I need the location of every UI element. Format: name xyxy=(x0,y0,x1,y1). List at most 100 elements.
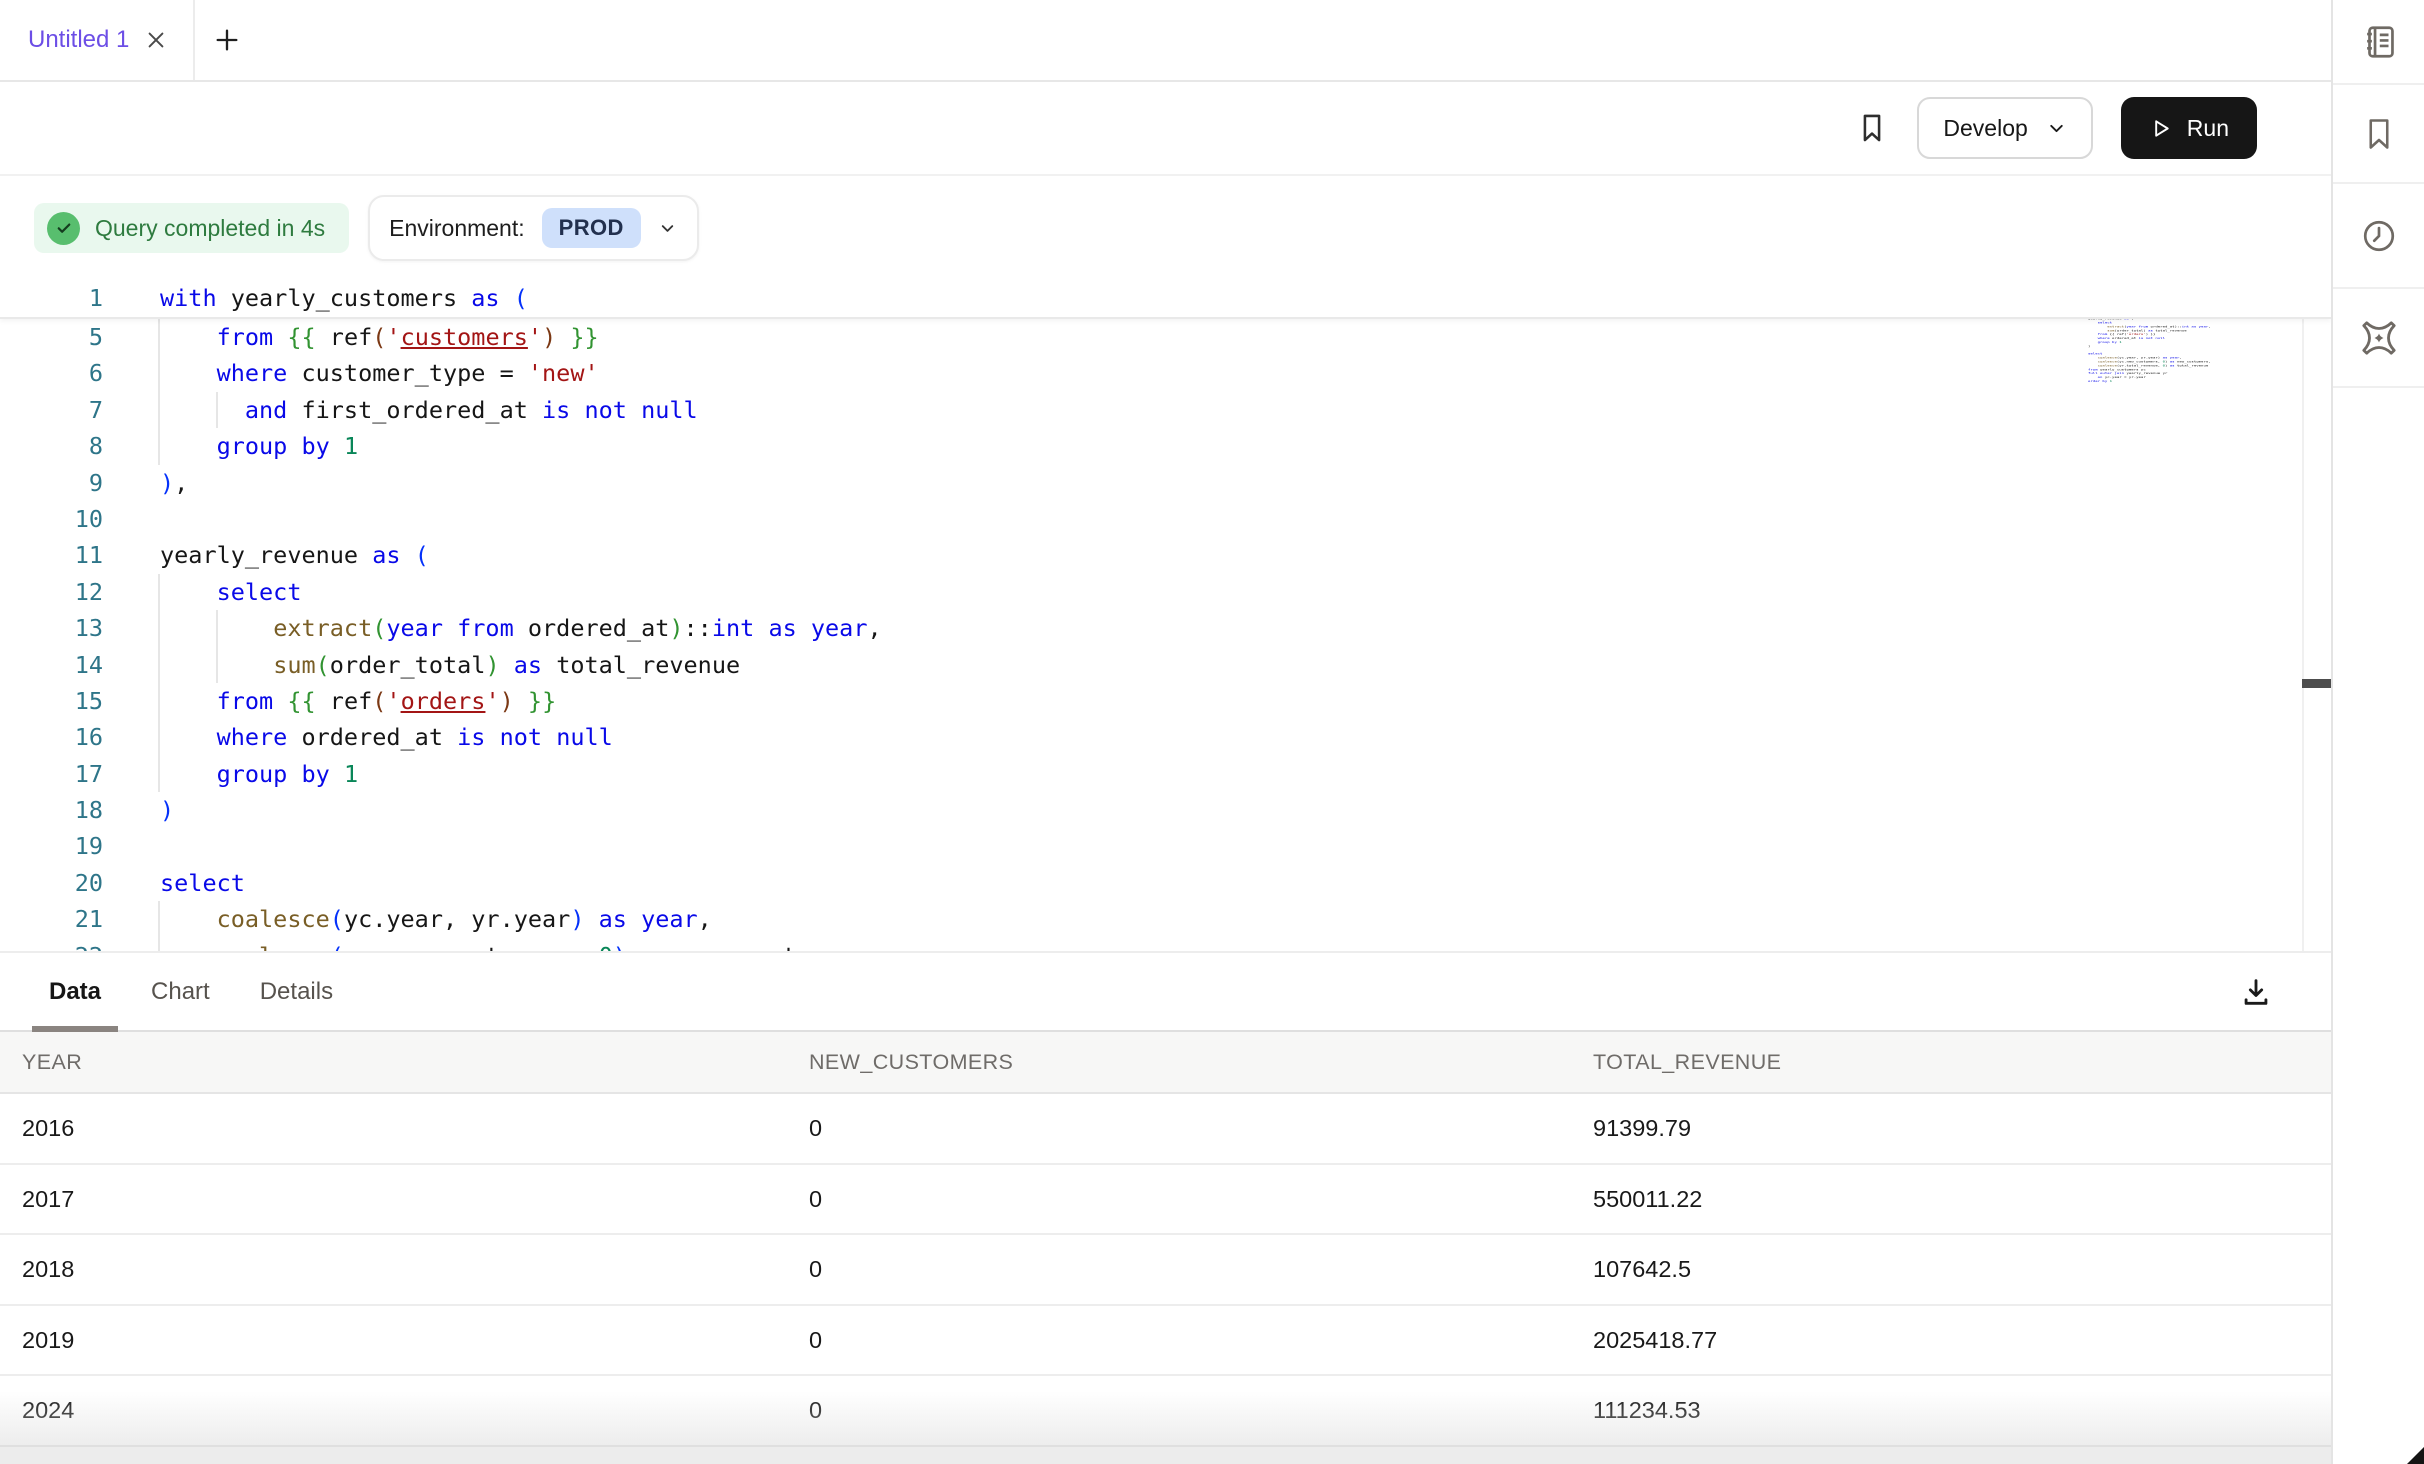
bookmark-icon xyxy=(2361,116,2397,152)
table-cell: 2024 xyxy=(22,1376,74,1444)
table-cell: 91399.79 xyxy=(1593,1094,1691,1162)
line-number: 15 xyxy=(0,683,103,719)
table-row[interactable]: 2024 0 111234.53 xyxy=(0,1376,2331,1447)
line-number: 8 xyxy=(0,428,103,464)
table-cell: 2017 xyxy=(22,1165,74,1233)
sidebar-item-bookmarks[interactable] xyxy=(2333,85,2424,184)
table-cell: 2016 xyxy=(22,1094,74,1162)
table-cell: 2018 xyxy=(22,1235,74,1303)
overview-ruler xyxy=(2302,280,2304,951)
code-line[interactable]: 9), xyxy=(0,465,2331,501)
table-cell: 107642.5 xyxy=(1593,1235,1691,1303)
run-button[interactable]: Run xyxy=(2121,97,2257,159)
code-lines[interactable]: 5 from {{ ref('customers') }}6 where cus… xyxy=(0,319,2331,951)
code-line[interactable]: 1with yearly_customers as ( xyxy=(0,280,2331,316)
chevron-down-icon xyxy=(2046,118,2067,139)
line-number: 14 xyxy=(0,647,103,683)
table-cell: 2019 xyxy=(22,1306,74,1374)
code-line[interactable]: 18) xyxy=(0,792,2331,828)
table-row[interactable]: 201902025418.77 xyxy=(0,1306,2331,1377)
table-cell: 0 xyxy=(809,1376,822,1444)
results-tab-details[interactable]: Details xyxy=(243,953,350,1030)
toolbar: Develop Run xyxy=(0,82,2331,176)
results-tab-bar: DataChartDetails xyxy=(0,953,2331,1032)
code-line[interactable]: 11yearly_revenue as ( xyxy=(0,537,2331,573)
table-cell: 0 xyxy=(809,1165,822,1233)
indent-guide xyxy=(216,610,218,683)
line-number: 13 xyxy=(0,610,103,646)
clock-history-icon xyxy=(2360,217,2398,255)
table-header-row: YEARNEW_CUSTOMERSTOTAL_REVENUE xyxy=(0,1032,2331,1094)
develop-button-label: Develop xyxy=(1943,115,2027,142)
indent-guide xyxy=(158,319,160,465)
environment-label: Environment: xyxy=(389,215,525,242)
column-header-new_customers: NEW_CUSTOMERS xyxy=(809,1032,1013,1092)
minimap[interactable]: with yearly_customers as ( select extrac… xyxy=(2088,280,2300,718)
line-number: 5 xyxy=(0,319,103,355)
right-sidebar xyxy=(2331,0,2424,1464)
horizontal-scrollbar-track[interactable] xyxy=(0,1445,2331,1464)
environment-selector[interactable]: Environment: PROD xyxy=(368,195,699,261)
tab-bar: Untitled 1 xyxy=(0,0,2331,82)
table-cell: 111234.53 xyxy=(1593,1376,1701,1444)
line-number: 22 xyxy=(0,938,103,951)
query-status-text: Query completed in 4s xyxy=(95,215,325,242)
code-editor[interactable]: 1with yearly_customers as ( 5 from {{ re… xyxy=(0,280,2331,951)
table-row[interactable]: 2017 0 550011.22 xyxy=(0,1165,2331,1236)
dbt-logo-icon xyxy=(2359,318,2399,358)
sql-ide-window: Untitled 1 Develop Run Query completed i… xyxy=(0,0,2424,1464)
code-line[interactable]: 21 coalesce(yc.year, yr.year) as year, xyxy=(0,901,2331,937)
indent-guide xyxy=(158,574,160,792)
success-check-icon xyxy=(47,212,80,245)
close-tab-icon[interactable] xyxy=(145,29,167,51)
new-tab-button[interactable] xyxy=(195,0,259,80)
code-line[interactable]: 10 xyxy=(0,501,2331,537)
code-line[interactable]: 13 extract(year from ordered_at)::int as… xyxy=(0,610,2331,646)
develop-button[interactable]: Develop xyxy=(1917,97,2092,159)
sidebar-item-history[interactable] xyxy=(2333,184,2424,289)
notebook-icon xyxy=(2360,23,2398,61)
sticky-code-line[interactable]: 1with yearly_customers as ( xyxy=(0,280,2331,319)
sidebar-item-notebook[interactable] xyxy=(2333,0,2424,85)
table-cell: 0 xyxy=(809,1094,822,1162)
table-row[interactable]: 2016 0 91399.79 xyxy=(0,1094,2331,1165)
editor-tab-untitled-1[interactable]: Untitled 1 xyxy=(0,0,193,80)
sidebar-item-dbt[interactable] xyxy=(2333,289,2424,388)
code-line[interactable]: 5 from {{ ref('customers') }} xyxy=(0,319,2331,355)
table-cell: 0 xyxy=(809,1306,822,1374)
line-number: 6 xyxy=(0,355,103,391)
plus-icon xyxy=(213,26,241,54)
table-cell: 550011.22 xyxy=(1593,1165,1702,1233)
line-number: 18 xyxy=(0,792,103,828)
code-line[interactable]: 19 xyxy=(0,828,2331,864)
query-status-badge: Query completed in 4s xyxy=(34,203,349,253)
results-panel: DataChartDetails YEARNEW_CUSTOMERSTOTAL_… xyxy=(0,951,2331,1464)
tab-label: Untitled 1 xyxy=(28,26,129,54)
column-header-year: YEAR xyxy=(22,1032,82,1092)
play-icon xyxy=(2149,117,2172,140)
code-line[interactable]: 12 select xyxy=(0,574,2331,610)
results-tab-data[interactable]: Data xyxy=(32,953,118,1030)
line-number: 21 xyxy=(0,901,103,937)
table-row[interactable]: 20180107642.5 xyxy=(0,1235,2331,1306)
results-tab-chart[interactable]: Chart xyxy=(134,953,227,1030)
code-line[interactable]: 20select xyxy=(0,865,2331,901)
download-results-button[interactable] xyxy=(2239,975,2273,1009)
indent-guide xyxy=(158,901,160,951)
status-row: Query completed in 4s Environment: PROD xyxy=(0,178,2331,278)
line-number: 10 xyxy=(0,501,103,537)
environment-value-badge: PROD xyxy=(542,208,641,248)
code-line[interactable]: 22 coalesce(yc.new_customers, 0) as new_… xyxy=(0,938,2331,951)
code-line[interactable]: 16 where ordered_at is not null xyxy=(0,719,2331,755)
code-line[interactable]: 6 where customer_type = 'new' xyxy=(0,355,2331,391)
code-line[interactable]: 17 group by 1 xyxy=(0,756,2331,792)
indent-guide xyxy=(216,392,218,428)
bookmark-query-icon[interactable] xyxy=(1855,111,1889,145)
download-icon xyxy=(2239,975,2273,1009)
code-line[interactable]: 14 sum(order_total) as total_revenue xyxy=(0,647,2331,683)
code-line[interactable]: 7 and first_ordered_at is not null xyxy=(0,392,2331,428)
code-line[interactable]: 8 group by 1 xyxy=(0,428,2331,464)
resize-grip[interactable] xyxy=(2407,1447,2424,1464)
line-number: 17 xyxy=(0,756,103,792)
code-line[interactable]: 15 from {{ ref('orders') }} xyxy=(0,683,2331,719)
